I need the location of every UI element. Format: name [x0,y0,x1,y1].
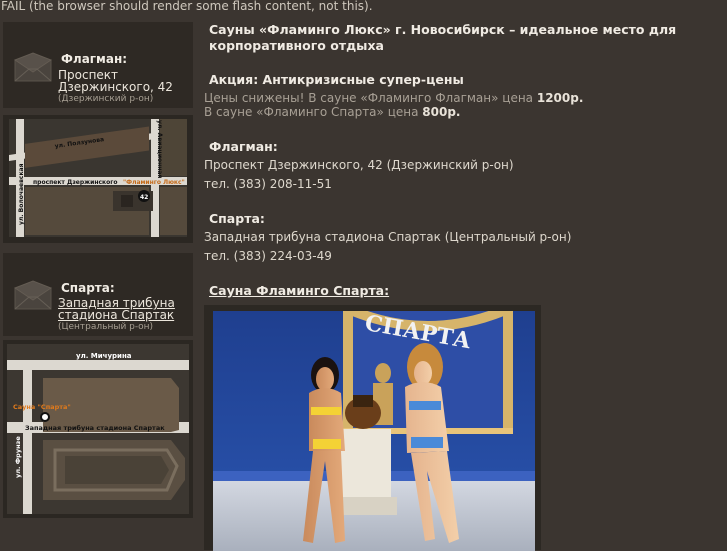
sparta-address: Западная трибуна стадиона Спартак (Центр… [204,230,572,244]
sauna-photo[interactable]: СПАРТА [213,311,535,551]
envelope-icon [14,52,52,82]
map-street-volochaevskaya: ул. Волочаевская [18,163,25,225]
sparta-district: (Центральный р-он) [58,322,154,332]
flagman-address-box: Флагман: Проспект Дзержинского, 42 (Дзер… [3,22,193,108]
sparta-heading: Спарта: [209,211,265,226]
sauna-photo-frame: СПАРТА [204,305,541,551]
map-place-flamingo: "Фламинго Люкс" [123,179,185,186]
sparta-gallery-link[interactable]: Сауна Фламинго Спарта: [209,283,389,298]
map-place-sparta: Сауна "Спарта" [13,403,71,411]
promo-price-sparta: 800р. [422,105,461,119]
promo-price-flagman: 1200р. [536,91,584,105]
promo-line-1: Цены снижены! В сауне «Фламинго Флагман»… [204,91,583,105]
sparta-street-line2[interactable]: стадиона Спартак [58,309,174,322]
promo-line-2-text: В сауне «Фламинго Спарта» цена [204,105,423,119]
sparta-map[interactable]: ул. Мичурина Сауна "Спарта" Западная три… [3,340,193,518]
map-street-michurina: ул. Мичурина [76,352,132,360]
map-street-dzerzhinskogo: проспект Дзержинского [33,179,118,186]
flagman-district: (Дзержинский р-он) [58,94,154,104]
flagman-phone: тел. (383) 208-11-51 [204,177,332,191]
map-street-aviatsionnaya: ул. Авиационная [156,120,163,178]
flagman-map[interactable]: ул. Ползунова ул. Волочаевская ул. Авиац… [3,115,193,243]
map-street-frunze: ул. Фрунзе [14,436,22,478]
promo-line-1-text: Цены снижены! В сауне «Фламинго Флагман»… [204,91,537,105]
page-headline: Сауны «Фламинго Люкс» г. Новосибирск – и… [209,22,677,53]
promo-title: Акция: Антикризисные супер-цены [209,72,464,87]
flagman-title: Флагман: [61,52,128,66]
sparta-address-box: Спарта: Западная трибуна стадиона Спарта… [3,253,193,336]
flagman-street-line2: Дзержинского, 42 [58,80,173,94]
sparta-phone: тел. (383) 224-03-49 [204,249,332,263]
flagman-heading: Флагман: [209,139,278,154]
map-street-tribune: Западная трибуна стадиона Спартак [25,424,165,432]
promo-line-2: В сауне «Фламинго Спарта» цена 800р. [204,105,460,119]
flash-fallback-text: FAIL (the browser should render some fla… [1,0,373,13]
flagman-address: Проспект Дзержинского, 42 (Дзержинский р… [204,158,514,172]
map-pin-marker [40,412,50,422]
sparta-title: Спарта: [61,281,115,295]
map-building-number: 42 [140,194,148,201]
envelope-icon [14,280,52,310]
